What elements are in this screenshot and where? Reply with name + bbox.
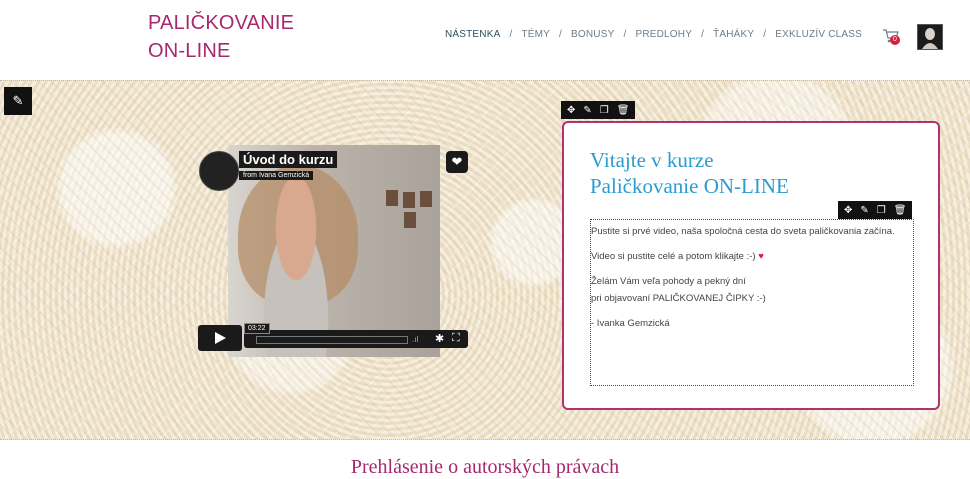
like-button[interactable]: ❤ [446, 151, 468, 173]
video-seek-bar[interactable] [256, 336, 408, 344]
nav-item-exkluziv-class[interactable]: EXKLUZÍV CLASS [775, 29, 862, 40]
cart-count-badge: 0 [890, 35, 900, 45]
heart-icon: ❤ [451, 154, 463, 169]
video-author[interactable]: from Ivana Gemzická [239, 171, 314, 180]
card-title: Vitajte v kurze Paličkovanie ON-LINE [590, 147, 789, 199]
nav-separator: / [763, 29, 767, 40]
logo-line-2: ON-LINE [148, 40, 231, 62]
video-title[interactable]: Úvod do kurzu [239, 151, 338, 168]
copy-icon[interactable]: ❐ [600, 105, 609, 116]
wall-picture [403, 192, 415, 208]
move-icon[interactable]: ✥ [567, 105, 575, 116]
nav-separator: / [701, 29, 705, 40]
volume-icon[interactable]: .ıl [412, 335, 418, 344]
main-nav: NÁSTENKA / TÉMY / BONUSY / PREDLOHY / ŤA… [445, 29, 862, 40]
nav-item-bonusy[interactable]: BONUSY [571, 29, 614, 40]
welcome-text[interactable]: Pustite si prvé video, naša spoločná ces… [590, 219, 914, 386]
nav-item-tahaky[interactable]: ŤAHÁKY [713, 29, 754, 40]
paragraph-wish: Želám Vám veľa pohody a pekný dní pri obj… [591, 273, 913, 307]
copy-icon[interactable]: ❐ [877, 205, 886, 216]
text-toolbar: ✥ ✎ ❐ 🗑 [838, 201, 913, 219]
pencil-icon[interactable]: ✎ [860, 205, 868, 216]
section-heading: Prehlásenie o autorských právach [350, 456, 620, 478]
wall-picture [386, 190, 398, 206]
heart-icon: ♥ [758, 251, 764, 262]
paragraph-intro: Pustite si prvé video, naša spoločná ces… [591, 226, 895, 237]
user-avatar[interactable] [917, 24, 943, 50]
pencil-icon: ✎ [12, 93, 24, 108]
pencil-icon[interactable]: ✎ [583, 105, 591, 116]
nav-item-temy[interactable]: TÉMY [521, 29, 550, 40]
card-title-line-1: Vitajte v kurze [590, 148, 714, 172]
site-logo[interactable]: PALIČKOVANIE ON-LINE [148, 9, 294, 65]
trash-icon[interactable]: 🗑 [894, 205, 907, 216]
site-header: PALIČKOVANIE ON-LINE NÁSTENKA / TÉMY / B… [0, 0, 970, 80]
video-duration: 03:22 [244, 323, 270, 334]
welcome-card: Vitajte v kurze Paličkovanie ON-LINE Pus… [562, 121, 940, 410]
play-button[interactable] [198, 325, 242, 351]
avatar-image [918, 25, 942, 49]
wall-picture [404, 212, 416, 228]
cart-button[interactable]: 0 [882, 28, 904, 48]
trash-icon[interactable]: 🗑 [617, 105, 630, 116]
instruction-text: Video si pustite celé a potom klikajte :… [591, 251, 756, 262]
gear-icon[interactable]: ✱ [435, 332, 444, 345]
nav-separator: / [623, 29, 627, 40]
paragraph-signature: - Ivanka Gemzická [591, 318, 670, 329]
fullscreen-icon[interactable]: ⛶ [452, 332, 460, 345]
wish-line-2: pri objavovaní PALIČKOVANEJ ČIPKY :-) [591, 293, 766, 304]
card-toolbar: ✥ ✎ ❐ 🗑 [561, 101, 636, 119]
video-author-avatar[interactable] [199, 151, 239, 191]
move-icon[interactable]: ✥ [844, 205, 852, 216]
nav-separator: / [509, 29, 513, 40]
wish-line-1: Želám Vám veľa pohody a pekný dní [591, 276, 746, 287]
logo-line-1: PALIČKOVANIE [148, 12, 295, 34]
nav-separator: / [559, 29, 563, 40]
section-edit-button[interactable]: ✎ [4, 87, 32, 115]
nav-item-nastenka[interactable]: NÁSTENKA [445, 29, 501, 40]
card-title-line-2: Paličkovanie ON-LINE [590, 174, 789, 198]
paragraph-instruction: Video si pustite celé a potom klikajte :… [591, 248, 913, 265]
nav-item-predlohy[interactable]: PREDLOHY [635, 29, 692, 40]
wall-picture [420, 191, 432, 207]
